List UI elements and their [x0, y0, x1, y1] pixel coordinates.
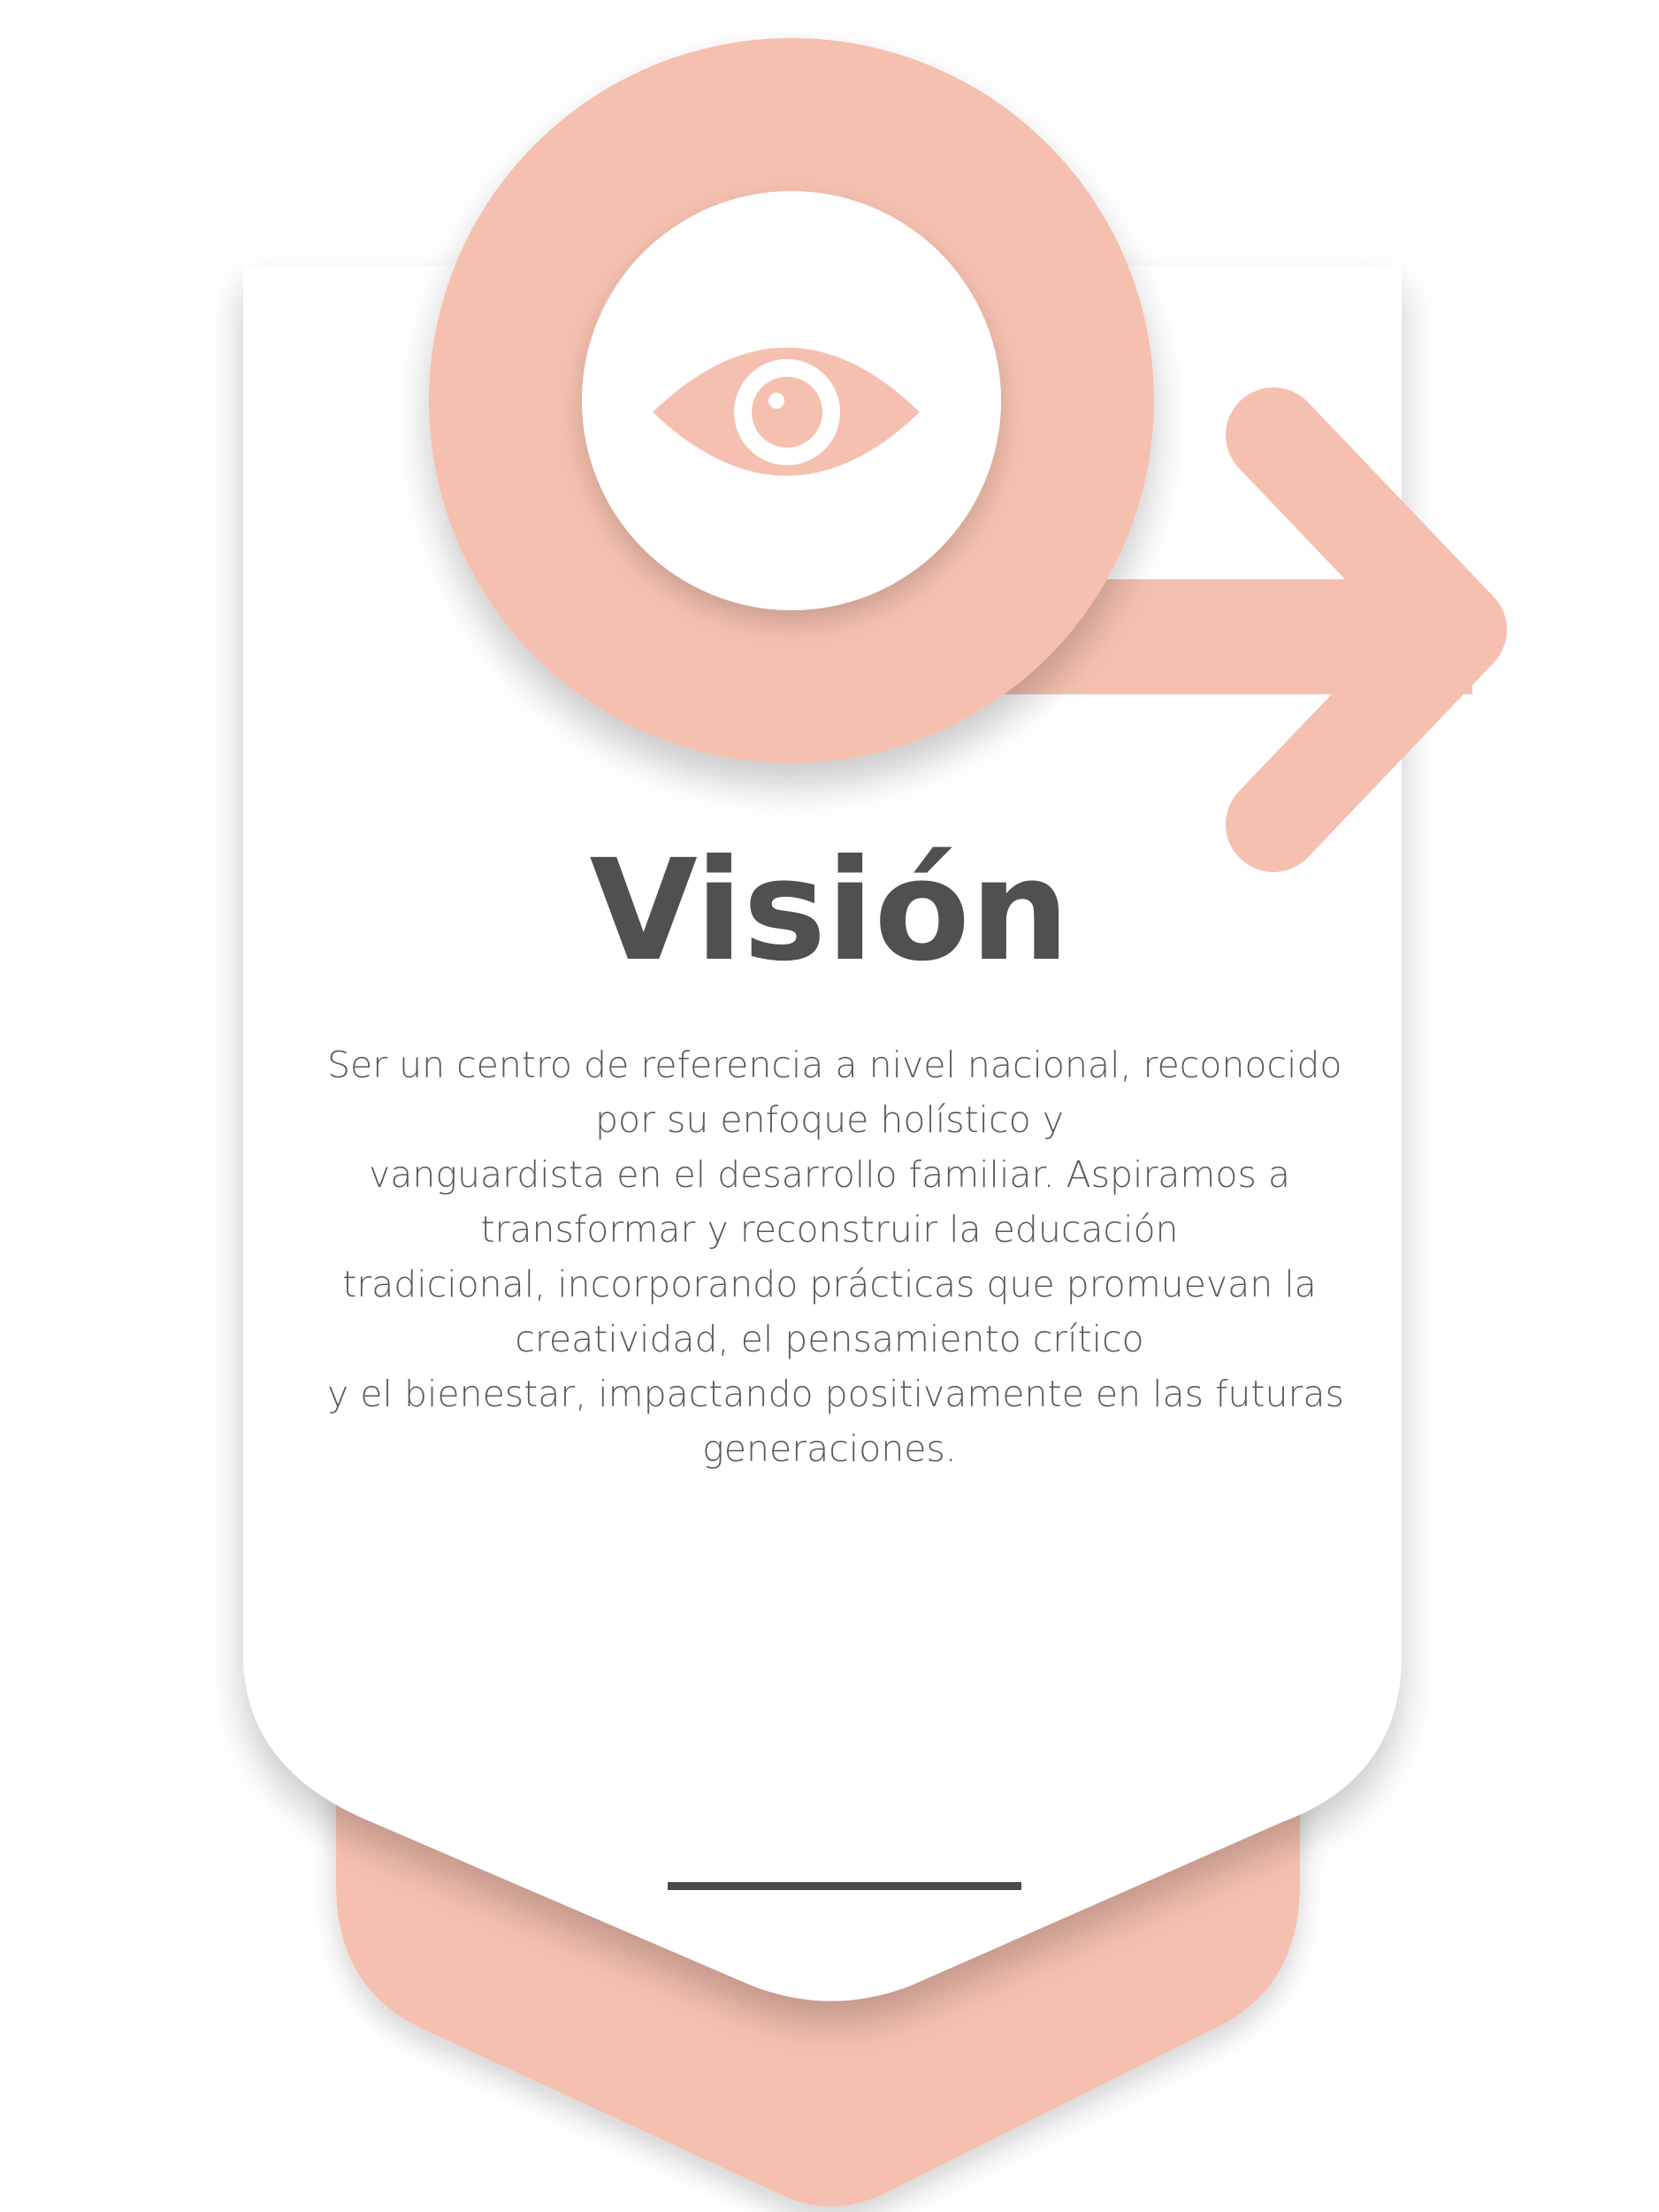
- description-line: generaciones.: [702, 1427, 957, 1470]
- description-line: creatividad, el pensamiento crítico: [515, 1318, 1144, 1360]
- description-line: tradicional, incorporando prácticas que …: [342, 1263, 1317, 1305]
- vision-description: Ser un centro de referencia a nivel naci…: [327, 1037, 1344, 1476]
- page-title: Visión: [589, 830, 1070, 992]
- description-line: y el bienestar, impactando positivamente…: [327, 1373, 1344, 1415]
- description-line: Ser un centro de referencia a nivel naci…: [327, 1044, 1342, 1086]
- description-line: vanguardista en el desarrollo familiar. …: [369, 1153, 1290, 1196]
- description-line: transformar y reconstruir la educación: [480, 1208, 1179, 1251]
- description-line: por su enfoque holístico y: [595, 1098, 1064, 1141]
- divider-line: [668, 1882, 1021, 1890]
